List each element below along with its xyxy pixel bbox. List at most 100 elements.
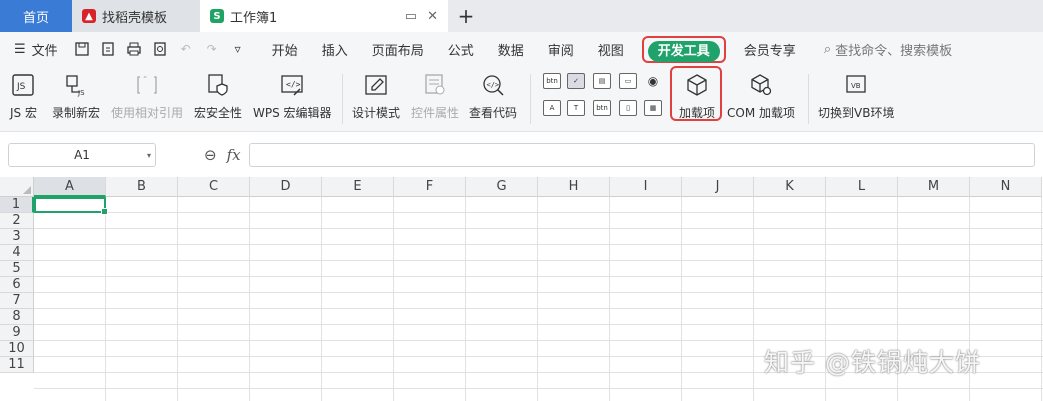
- developer-ribbon: JS JS 宏 JS 录制新宏 “ 使用相对引用 宏安全性 </> WPS 宏编…: [0, 66, 1043, 132]
- design-mode-label: 设计模式: [352, 106, 401, 120]
- row-header[interactable]: 7: [0, 293, 34, 309]
- pin-icon[interactable]: ▭: [405, 9, 417, 24]
- svg-text:</>: </>: [487, 81, 500, 89]
- column-header[interactable]: K: [754, 177, 826, 197]
- ribbon-separator: [530, 74, 531, 124]
- close-icon[interactable]: ✕: [427, 9, 438, 24]
- macro-security-button[interactable]: 宏安全性: [194, 72, 242, 121]
- column-header[interactable]: L: [826, 177, 898, 197]
- image-control-icon[interactable]: ▦: [644, 100, 662, 116]
- tab-review[interactable]: 审阅: [536, 32, 586, 66]
- row-header[interactable]: 8: [0, 309, 34, 325]
- control-props-button[interactable]: 控件属性: [411, 72, 459, 121]
- column-header[interactable]: I: [610, 177, 682, 197]
- js-macro-button[interactable]: JS JS 宏: [10, 72, 37, 121]
- spin-control-icon[interactable]: btn: [593, 100, 611, 116]
- com-addins-button[interactable]: COM 加载项: [727, 72, 795, 121]
- export-icon[interactable]: [98, 39, 118, 59]
- tab-developer[interactable]: 开发工具: [636, 32, 732, 66]
- docer-logo-icon: ▲: [82, 9, 96, 23]
- tab-home[interactable]: 首页: [0, 0, 72, 32]
- textbox-control-icon[interactable]: T: [567, 100, 585, 116]
- column-header[interactable]: E: [322, 177, 394, 197]
- print-preview-icon[interactable]: [150, 39, 170, 59]
- file-menu-label: 文件: [31, 43, 58, 59]
- row-header[interactable]: 2: [0, 213, 34, 229]
- column-header[interactable]: F: [394, 177, 466, 197]
- customize-toolbar-icon[interactable]: ▿: [228, 39, 248, 59]
- active-cell[interactable]: [34, 197, 108, 215]
- row-header[interactable]: 3: [0, 229, 34, 245]
- undo-icon[interactable]: ↶: [176, 39, 196, 59]
- row-header[interactable]: 11: [0, 357, 34, 373]
- label-control-icon[interactable]: A: [543, 100, 561, 116]
- macro-security-label: 宏安全性: [194, 106, 243, 120]
- new-tab-button[interactable]: +: [448, 0, 484, 32]
- control-props-icon: [422, 72, 448, 98]
- row-header[interactable]: 5: [0, 261, 34, 277]
- switch-vb-button[interactable]: VB 切换到VB环境: [818, 72, 894, 121]
- print-icon[interactable]: [124, 39, 144, 59]
- combobox-control-icon[interactable]: ▤: [593, 73, 611, 89]
- radio-control-icon[interactable]: ◉: [644, 73, 662, 89]
- tab-template[interactable]: ▲ 找稻壳模板: [72, 0, 200, 32]
- ribbon-tabs: 开始 插入 页面布局 公式 数据 审阅 视图 开发工具 会员专享: [260, 32, 808, 66]
- record-macro-icon: JS: [63, 72, 89, 98]
- column-header[interactable]: A: [34, 177, 106, 197]
- tab-workbook[interactable]: S 工作簿1 ▭ ✕: [200, 0, 448, 32]
- svg-text:VB: VB: [851, 82, 861, 90]
- button-control-icon[interactable]: btn: [543, 73, 561, 89]
- developer-highlight: 开发工具: [641, 35, 726, 63]
- listbox-control-icon[interactable]: ▭: [619, 73, 637, 89]
- cube-icon: [684, 72, 710, 98]
- column-header[interactable]: H: [538, 177, 610, 197]
- column-header[interactable]: J: [682, 177, 754, 197]
- tab-page-layout[interactable]: 页面布局: [360, 32, 436, 66]
- formula-tools: ⊖ fx: [204, 146, 241, 164]
- relative-ref-button[interactable]: “ 使用相对引用: [111, 72, 183, 121]
- checkbox-control-icon[interactable]: ✓: [567, 73, 585, 89]
- command-search[interactable]: ⌕ 查找命令、搜索模板: [824, 40, 952, 59]
- addins-button[interactable]: 加载项: [679, 72, 715, 121]
- fx-icon[interactable]: fx: [227, 146, 241, 164]
- js-macro-label: JS 宏: [10, 106, 37, 120]
- relative-ref-icon: “: [134, 72, 160, 98]
- column-header[interactable]: G: [466, 177, 538, 197]
- column-header[interactable]: D: [250, 177, 322, 197]
- tab-view[interactable]: 视图: [586, 32, 636, 66]
- column-header[interactable]: B: [106, 177, 178, 197]
- tab-insert[interactable]: 插入: [310, 32, 360, 66]
- select-all-corner[interactable]: [0, 177, 34, 197]
- formula-input[interactable]: [248, 143, 1035, 167]
- row-header[interactable]: 6: [0, 277, 34, 293]
- control-props-label: 控件属性: [411, 106, 460, 120]
- tab-member[interactable]: 会员专享: [732, 32, 808, 66]
- row-header[interactable]: 10: [0, 341, 34, 357]
- wps-macro-editor-button[interactable]: </> WPS 宏编辑器: [253, 72, 332, 121]
- addins-label: 加载项: [679, 106, 716, 120]
- tab-data[interactable]: 数据: [486, 32, 536, 66]
- tab-start[interactable]: 开始: [260, 32, 310, 66]
- row-header[interactable]: 9: [0, 325, 34, 341]
- row-header[interactable]: 4: [0, 245, 34, 261]
- js-macro-icon: JS: [10, 72, 36, 98]
- design-mode-button[interactable]: 设计模式: [352, 72, 400, 121]
- ribbon-separator: [342, 74, 343, 124]
- save-icon[interactable]: [72, 39, 92, 59]
- scrollbar-control-icon[interactable]: ▯: [619, 100, 637, 116]
- record-macro-button[interactable]: JS 录制新宏: [52, 72, 100, 121]
- tab-formula[interactable]: 公式: [436, 32, 486, 66]
- hamburger-icon: ☰: [14, 41, 26, 57]
- zoom-icon[interactable]: ⊖: [204, 146, 217, 164]
- column-header[interactable]: N: [970, 177, 1042, 197]
- name-box[interactable]: A1 ▾: [8, 143, 156, 167]
- row-header[interactable]: 1: [0, 197, 34, 213]
- ribbon-separator: [808, 74, 809, 124]
- column-header[interactable]: M: [898, 177, 970, 197]
- view-code-button[interactable]: </> 查看代码: [469, 72, 517, 121]
- file-menu[interactable]: ☰ 文件: [0, 40, 58, 59]
- redo-icon[interactable]: ↷: [202, 39, 222, 59]
- chevron-down-icon[interactable]: ▾: [147, 151, 151, 160]
- column-header[interactable]: C: [178, 177, 250, 197]
- wps-macro-editor-label: WPS 宏编辑器: [253, 106, 332, 120]
